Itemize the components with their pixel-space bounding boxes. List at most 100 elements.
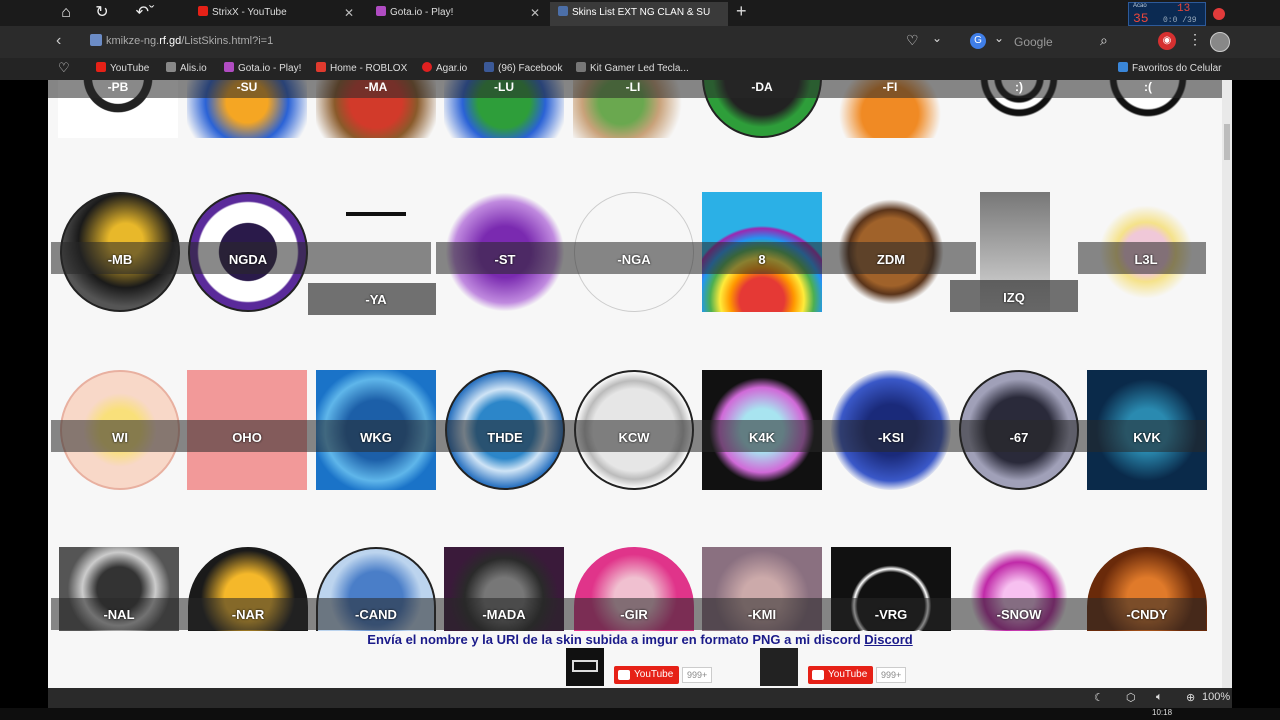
bookmark-label: Kit Gamer Led Tecla... — [590, 63, 689, 74]
skin-label: WI — [112, 430, 128, 445]
bookmark-folder-mobile[interactable]: Favoritos do Celular — [1118, 62, 1221, 74]
home-icon[interactable]: ⌂ — [54, 2, 78, 24]
skin-label: -SU — [236, 80, 258, 94]
bookmark-agar[interactable]: Agar.io — [422, 62, 467, 74]
skin-label: :( — [1144, 80, 1152, 94]
skin-label: :) — [1015, 80, 1023, 94]
tab-skins-list[interactable]: Skins List EXT NG CLAN & SU — [550, 2, 728, 26]
chevron-down-icon[interactable]: ⌄ — [932, 31, 942, 45]
gota-favicon-icon — [376, 6, 386, 16]
skin-label: OHO — [232, 430, 262, 445]
chevron-down-icon[interactable]: ⌄ — [994, 31, 1004, 45]
bookmark-gota[interactable]: Gota.io - Play! — [224, 62, 301, 74]
stats-value: 13 — [1177, 3, 1191, 15]
volume-icon[interactable]: 🔈︎ — [1156, 691, 1163, 704]
reload-icon[interactable]: ↻ — [90, 2, 114, 24]
youtube-favicon-icon — [198, 6, 208, 16]
url-path: /ListSkins.html?i=1 — [181, 35, 274, 47]
agar-icon — [422, 62, 432, 72]
tab-gota[interactable]: Gota.io - Play! ✕ — [368, 2, 546, 26]
youtube-icon — [618, 670, 630, 680]
youtube-icon — [812, 670, 824, 680]
skin-label: -KSI — [878, 430, 904, 445]
skin-label: -VRG — [874, 607, 908, 622]
youtube-subscribe-button[interactable]: YouTube — [808, 666, 874, 684]
new-tab-icon[interactable]: + — [736, 1, 747, 22]
bookmark-roblox[interactable]: Home - ROBLOX — [316, 62, 407, 74]
skin-label: -GIR — [620, 607, 648, 622]
notice-text: Envía el nombre y la URl de la skin subi… — [367, 632, 865, 647]
skin-label: -PB — [107, 80, 129, 94]
skin-label: -LU — [494, 80, 514, 94]
bookmark-label: (96) Facebook — [498, 63, 563, 74]
skin-label: -NGA — [617, 252, 651, 267]
skin-label: -NAL — [103, 607, 135, 622]
record-icon[interactable] — [1213, 8, 1225, 20]
youtube-subscribe-button[interactable]: YouTube — [614, 666, 680, 684]
close-tab-icon[interactable]: ✕ — [530, 2, 540, 24]
search-engine-icon[interactable]: G — [970, 33, 986, 49]
subscriber-count: 999+ — [876, 667, 907, 683]
skin-label: -67 — [1009, 430, 1029, 445]
skin-label: -LI — [625, 80, 641, 94]
url-domain: rf.gd — [159, 35, 182, 47]
address-bar: ‹ kmikze-ng.rf.gd/ListSkins.html?i=1 ♡ ⌄… — [0, 26, 1280, 58]
tab-youtube[interactable]: StrixX - YouTube ✕ — [190, 2, 360, 26]
discord-link[interactable]: Discord — [864, 632, 912, 647]
skin-label: 8 — [758, 252, 766, 267]
search-icon[interactable]: ⌕ — [1100, 32, 1108, 49]
skin-label: -SNOW — [996, 607, 1042, 622]
page-scrollbar[interactable] — [1222, 80, 1232, 688]
site-info-icon[interactable] — [90, 34, 102, 46]
profile-avatar[interactable] — [1210, 32, 1230, 52]
bookmark-youtube[interactable]: YouTube — [96, 62, 149, 74]
alis-icon — [166, 62, 176, 72]
url-prefix: kmikze-ng. — [106, 35, 160, 47]
bookmark-label: Alis.io — [180, 63, 207, 74]
bookmarks-bar: ♡ YouTube Alis.io Gota.io - Play! Home -… — [0, 58, 1280, 80]
bookmark-label: Agar.io — [436, 63, 468, 74]
bookmark-kit-gamer[interactable]: Kit Gamer Led Tecla... — [576, 62, 689, 74]
scrollbar-thumb[interactable] — [1224, 124, 1230, 160]
menu-icon[interactable]: ⋮ — [1188, 31, 1202, 48]
subscriber-count: 999+ — [682, 667, 713, 683]
ng-logo-icon — [572, 660, 598, 672]
tab-label: Gota.io - Play! — [390, 7, 454, 18]
game-stats-overlay: Acao 35 13 0:0 /39 — [1128, 2, 1206, 26]
roblox-icon — [316, 62, 326, 72]
submission-notice: Envía el nombre y la URl de la skin subi… — [48, 632, 1232, 647]
night-mode-icon[interactable]: ☾ — [1094, 691, 1104, 704]
facebook-icon — [484, 62, 494, 72]
skin-label: -MADA — [482, 607, 526, 622]
bookmark-facebook[interactable]: (96) Facebook — [484, 62, 562, 74]
zoom-level[interactable]: 100% — [1202, 691, 1230, 703]
bookmark-label: YouTube — [110, 63, 150, 74]
tab-label: Skins List EXT NG CLAN & SU — [572, 7, 711, 18]
page-content: -PB -SU -MA -LU -LI -DA -FI :) :( -MB NG… — [48, 80, 1232, 688]
skin-label: -ST — [494, 252, 516, 267]
skin-label: THDE — [487, 430, 523, 445]
undo-icon[interactable]: ↶ˇ — [130, 2, 160, 24]
stats-value: 35 — [1133, 11, 1149, 26]
status-bar: ☾ ⬡ 🔈︎ ⊕ 100% — [48, 688, 1232, 708]
page-icon — [576, 62, 586, 72]
shield-icon[interactable]: ⬡ — [1126, 691, 1136, 704]
skin-label: -YA — [365, 292, 387, 307]
extension-icon[interactable]: ◉ — [1158, 32, 1176, 50]
bookmark-alis[interactable]: Alis.io — [166, 62, 207, 74]
tab-strip: ⌂ ↻ ↶ˇ StrixX - YouTube ✕ Gota.io - Play… — [0, 0, 1280, 26]
skin-label: L3L — [1134, 252, 1158, 267]
close-tab-icon[interactable]: ✕ — [344, 2, 354, 24]
zoom-icon[interactable]: ⊕ — [1186, 691, 1195, 704]
owner-avatar — [566, 648, 604, 686]
skin-label: -KMI — [747, 607, 777, 622]
owner-avatar — [760, 648, 798, 686]
bookmark-heart-icon[interactable]: ♡ — [906, 32, 919, 49]
search-input[interactable]: Google — [1014, 35, 1053, 49]
url-field[interactable]: kmikze-ng.rf.gd/ListSkins.html?i=1 — [90, 34, 273, 47]
bookmark-label: Home - ROBLOX — [330, 63, 408, 74]
os-taskbar: 10:18 — [0, 708, 1280, 720]
skin-label: -MB — [107, 252, 133, 267]
heart-icon[interactable]: ♡ — [58, 60, 70, 76]
back-icon[interactable]: ‹ — [56, 32, 61, 50]
